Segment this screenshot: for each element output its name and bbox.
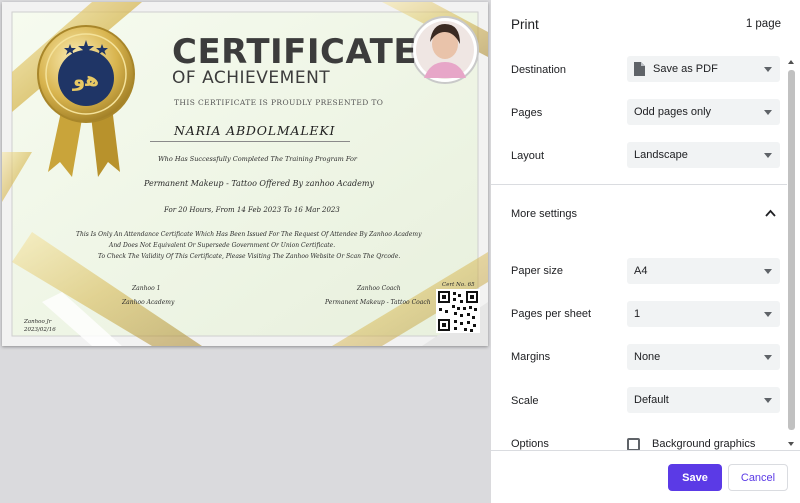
chevron-up-icon[interactable] bbox=[765, 209, 776, 217]
panel-header: Print 1 page bbox=[491, 0, 800, 50]
certificate-subtitle: OF ACHIEVEMENT bbox=[172, 68, 331, 88]
destination-select[interactable]: Save as PDF bbox=[627, 56, 780, 82]
signer-right-org: Permanent Makeup - Tattoo Coach bbox=[325, 299, 431, 306]
pages-select[interactable]: Odd pages only bbox=[627, 99, 780, 125]
preview-page: ﻫﻭ CERTIFICATE OF ACHIEVEMENT THIS CERTI… bbox=[2, 2, 488, 346]
certificate-duration-text: For 20 Hours, From 14 Feb 2023 To 16 Mar… bbox=[164, 206, 340, 214]
paper-size-select[interactable]: A4 bbox=[627, 258, 780, 284]
pages-per-sheet-label: Pages per sheet bbox=[511, 308, 592, 320]
layout-label: Layout bbox=[511, 150, 545, 162]
cancel-button[interactable]: Cancel bbox=[728, 464, 788, 491]
margins-label: Margins bbox=[511, 351, 551, 363]
margins-select[interactable]: None bbox=[627, 344, 780, 370]
certificate-title: CERTIFICATE bbox=[172, 32, 418, 72]
name-underline bbox=[150, 141, 350, 142]
issuer-name: Zanhoo Jr bbox=[24, 319, 52, 325]
layout-value: Landscape bbox=[634, 149, 688, 161]
dropdown-caret-icon bbox=[764, 312, 772, 317]
svg-text:ﻫﻭ: ﻫﻭ bbox=[72, 67, 99, 91]
dropdown-caret-icon bbox=[764, 355, 772, 360]
options-label: Options bbox=[511, 438, 549, 450]
background-graphics-label[interactable]: Background graphics bbox=[652, 438, 755, 450]
save-button[interactable]: Save bbox=[668, 464, 722, 491]
pages-per-sheet-value: 1 bbox=[634, 308, 641, 320]
issue-date: 2023/02/16 bbox=[24, 327, 56, 333]
certificate-disclaimer-line: This Is Only An Attendance Certificate W… bbox=[76, 231, 422, 238]
dropdown-caret-icon bbox=[764, 67, 772, 72]
certificate-completion-text: Who Has Successfully Completed The Train… bbox=[158, 155, 357, 163]
print-dialog: ﻫﻭ CERTIFICATE OF ACHIEVEMENT THIS CERTI… bbox=[0, 0, 800, 503]
signer-left-org: Zanhoo Academy bbox=[122, 299, 175, 306]
margins-value: None bbox=[634, 351, 661, 363]
certificate-disclaimer-line: And Does Not Equivalent Or Supersede Gov… bbox=[109, 242, 336, 249]
destination-label: Destination bbox=[511, 64, 567, 76]
certificate-program-text: Permanent Makeup - Tattoo Offered By zan… bbox=[144, 179, 375, 188]
pages-per-sheet-select[interactable]: 1 bbox=[627, 301, 780, 327]
section-divider bbox=[491, 184, 787, 185]
scale-value: Default bbox=[634, 394, 669, 406]
print-title: Print bbox=[511, 17, 539, 32]
dialog-footer: Save Cancel bbox=[491, 450, 800, 503]
dropdown-caret-icon bbox=[764, 153, 772, 158]
signer-right-title: Zanhoo Coach bbox=[357, 285, 401, 292]
dropdown-caret-icon bbox=[764, 398, 772, 403]
certificate-disclaimer-line: To Check The Validity Of This Certificat… bbox=[98, 253, 401, 260]
page-count: 1 page bbox=[745, 18, 781, 30]
scroll-down-arrow-icon[interactable] bbox=[788, 442, 794, 446]
document-icon bbox=[634, 62, 645, 76]
scale-select[interactable]: Default bbox=[627, 387, 780, 413]
certificate-presented-text: THIS CERTIFICATE IS PROUDLY PRESENTED TO bbox=[174, 98, 384, 107]
layout-select[interactable]: Landscape bbox=[627, 142, 780, 168]
dropdown-caret-icon bbox=[764, 269, 772, 274]
paper-size-label: Paper size bbox=[511, 265, 563, 277]
more-settings-toggle[interactable]: More settings bbox=[511, 208, 577, 220]
pages-label: Pages bbox=[511, 107, 543, 119]
certificate-number: Cert No. 65 bbox=[442, 282, 475, 288]
scroll-up-arrow-icon[interactable] bbox=[788, 60, 794, 64]
certificate-recipient-name: NARIA ABDOLMALEKI bbox=[174, 123, 336, 138]
print-preview-area: ﻫﻭ CERTIFICATE OF ACHIEVEMENT THIS CERTI… bbox=[0, 0, 491, 503]
dropdown-caret-icon bbox=[764, 110, 772, 115]
settings-scrollbar[interactable] bbox=[786, 60, 797, 450]
destination-value: Save as PDF bbox=[653, 63, 718, 75]
scale-label: Scale bbox=[511, 395, 539, 407]
scrollbar-thumb[interactable] bbox=[788, 70, 795, 430]
paper-size-value: A4 bbox=[634, 265, 648, 277]
pages-value: Odd pages only bbox=[634, 106, 712, 118]
print-settings-panel: Print 1 page Destination Save as PDF Pag… bbox=[491, 0, 800, 503]
signer-left-title: Zanhoo 1 bbox=[132, 285, 161, 292]
